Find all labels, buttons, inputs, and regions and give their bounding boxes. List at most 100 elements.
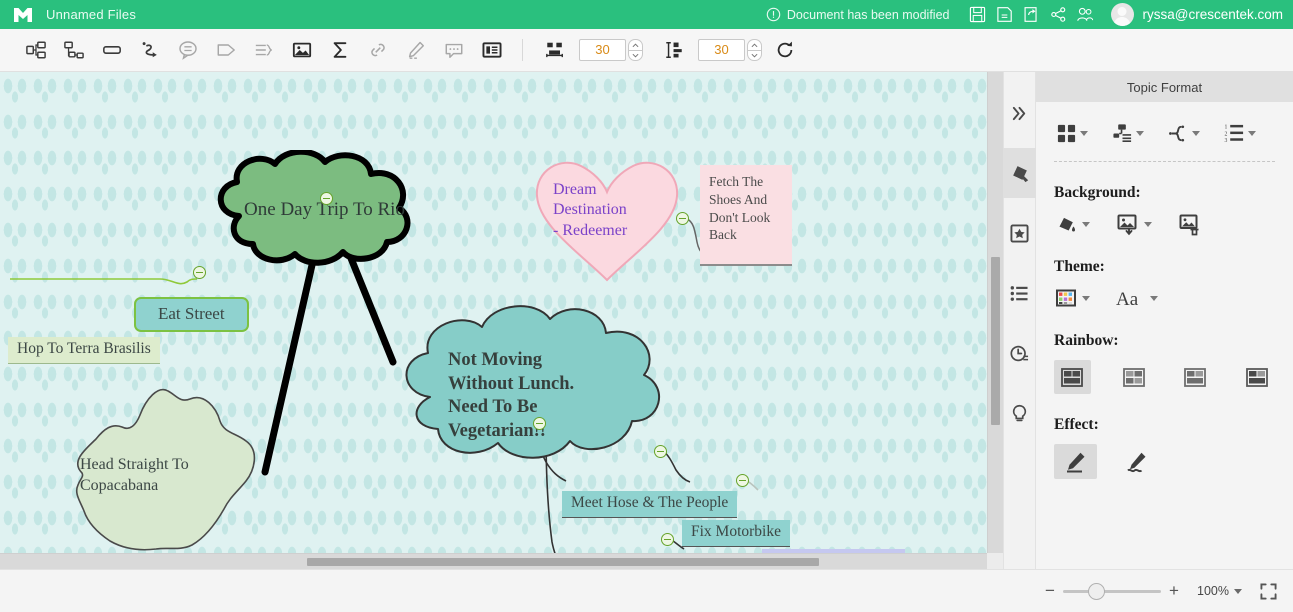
zoom-dropdown-caret[interactable] <box>1234 589 1242 594</box>
h-spacing-up[interactable] <box>628 39 643 50</box>
expand-panel-icon[interactable] <box>1003 88 1036 138</box>
node-hop-terra-brasilis[interactable]: Hop To Terra Brasilis <box>8 337 160 364</box>
v-spacing-up[interactable] <box>747 39 762 50</box>
history-icon[interactable] <box>1003 328 1036 378</box>
comment-icon[interactable] <box>435 33 473 67</box>
shape-gallery-icon[interactable] <box>1054 118 1090 148</box>
collapse-knob-eat-street[interactable] <box>193 266 206 279</box>
zoom-in-button[interactable]: + <box>1161 578 1187 604</box>
numbering-icon[interactable]: 123 <box>1222 118 1258 148</box>
clipart-icon[interactable] <box>1003 208 1036 258</box>
panel-top-tools: 123 <box>1054 118 1275 148</box>
canvas-vertical-scrollbar[interactable] <box>987 72 1003 569</box>
node-fix-motorbike[interactable]: Fix Motorbike <box>682 520 790 547</box>
zoom-level-label[interactable]: 100% <box>1197 584 1229 598</box>
v-spacing-down[interactable] <box>747 50 762 61</box>
structure-icon[interactable] <box>1110 118 1146 148</box>
save-icon[interactable] <box>964 0 991 29</box>
node-not-moving[interactable]: Not Moving Without Lunch. Need To Be Veg… <box>388 297 688 487</box>
export-icon[interactable] <box>1018 0 1045 29</box>
numbering-caret[interactable] <box>1248 131 1256 136</box>
zoom-out-button[interactable]: − <box>1037 578 1063 604</box>
collapse-knob-dream[interactable] <box>676 212 689 225</box>
structure-caret[interactable] <box>1136 131 1144 136</box>
summary-icon[interactable] <box>245 33 283 67</box>
horizontal-spacing-input[interactable]: 30 <box>579 39 626 61</box>
svg-text:Aa: Aa <box>1116 289 1139 309</box>
node-fetch-shoes[interactable]: Fetch The Shoes And Don't Look Back <box>700 165 792 266</box>
collapse-knob-not-moving[interactable] <box>533 417 546 430</box>
panel-divider <box>1054 161 1275 162</box>
titlebar-actions: Document has been modified ryssa@crescen… <box>766 0 1293 29</box>
rainbow-option-1[interactable] <box>1054 360 1091 394</box>
vertical-spacing-stepper[interactable] <box>747 39 762 61</box>
fill-color-icon[interactable] <box>1054 212 1090 236</box>
refresh-layout-icon[interactable] <box>766 33 804 67</box>
formula-icon[interactable] <box>321 33 359 67</box>
zoom-slider[interactable] <box>1063 578 1161 604</box>
vertical-scroll-thumb[interactable] <box>991 257 1000 425</box>
background-image-caret[interactable] <box>1144 222 1152 227</box>
collapse-knob-meet-hose[interactable] <box>654 445 667 458</box>
collaborate-icon[interactable] <box>1072 0 1099 29</box>
node-root-topic[interactable]: One Day Trip To Rio <box>203 150 446 270</box>
effect-straight-pen[interactable] <box>1054 444 1097 479</box>
relationship-icon[interactable] <box>131 33 169 67</box>
horizontal-spacing-group: 30 <box>536 33 643 67</box>
callout-icon[interactable] <box>169 33 207 67</box>
fill-color-caret[interactable] <box>1082 222 1090 227</box>
zoom-slider-thumb[interactable] <box>1088 583 1105 600</box>
mindmap-canvas[interactable]: One Day Trip To Rio Not Moving Without L… <box>0 72 1003 569</box>
user-email[interactable]: ryssa@crescentek.com <box>1143 7 1284 22</box>
app-logo-icon[interactable] <box>0 0 46 29</box>
collapse-knob-root[interactable] <box>320 192 333 205</box>
image-icon[interactable] <box>283 33 321 67</box>
head-copacabana-label: Head Straight To Copacabana <box>80 455 255 497</box>
horizontal-spacing-icon[interactable] <box>536 33 574 67</box>
rainbow-option-4[interactable] <box>1239 360 1276 394</box>
remove-background-icon[interactable] <box>1178 212 1202 236</box>
format-brush-icon[interactable] <box>1003 148 1036 198</box>
node-meet-hose[interactable]: Meet Hose & The People <box>562 491 737 518</box>
topic-format-panel: Topic Format 123 <box>1036 72 1293 569</box>
save-as-icon[interactable] <box>991 0 1018 29</box>
avatar[interactable] <box>1111 3 1134 26</box>
share-icon[interactable] <box>1045 0 1072 29</box>
rainbow-option-2[interactable] <box>1116 360 1153 394</box>
highlight-pen-icon[interactable] <box>397 33 435 67</box>
not-moving-label: Not Moving Without Lunch. Need To Be Veg… <box>448 349 678 444</box>
panel-title: Topic Format <box>1036 72 1293 102</box>
canvas-horizontal-scrollbar[interactable] <box>0 553 1003 569</box>
idea-bulb-icon[interactable] <box>1003 388 1036 438</box>
node-head-copacabana[interactable]: Head Straight To Copacabana <box>40 377 270 562</box>
multi-topic-icon[interactable] <box>55 33 93 67</box>
h-spacing-down[interactable] <box>628 50 643 61</box>
effect-sketch-pen[interactable] <box>1115 444 1158 479</box>
background-image-icon[interactable] <box>1116 212 1152 236</box>
vertical-spacing-icon[interactable] <box>655 33 693 67</box>
hyperlink-icon[interactable] <box>359 33 397 67</box>
node-eat-street[interactable]: Eat Street <box>134 297 249 332</box>
theme-font-icon[interactable]: Aa <box>1116 287 1158 309</box>
branch-style-icon[interactable] <box>1166 118 1202 148</box>
horizontal-spacing-stepper[interactable] <box>628 39 643 61</box>
fullscreen-icon[interactable] <box>1260 583 1277 600</box>
effect-options <box>1054 444 1275 479</box>
boundary-icon[interactable] <box>207 33 245 67</box>
subtopic-icon[interactable] <box>17 33 55 67</box>
horizontal-scroll-thumb[interactable] <box>307 558 819 566</box>
notes-icon[interactable] <box>473 33 511 67</box>
node-dream-destination[interactable]: Dream Destination - Redeemer <box>531 154 683 284</box>
collapse-knob-put-pickles[interactable] <box>661 533 674 546</box>
theme-font-caret[interactable] <box>1150 296 1158 301</box>
vertical-spacing-input[interactable]: 30 <box>698 39 745 61</box>
outline-icon[interactable] <box>1003 268 1036 318</box>
branch-style-caret[interactable] <box>1192 131 1200 136</box>
meet-hose-label: Meet Hose & The People <box>571 494 728 511</box>
rainbow-option-3[interactable] <box>1177 360 1214 394</box>
topic-before-icon[interactable] <box>93 33 131 67</box>
theme-palette-icon[interactable] <box>1054 286 1090 310</box>
theme-palette-caret[interactable] <box>1082 296 1090 301</box>
shape-gallery-caret[interactable] <box>1080 131 1088 136</box>
collapse-knob-fix-motorbike[interactable] <box>736 474 749 487</box>
